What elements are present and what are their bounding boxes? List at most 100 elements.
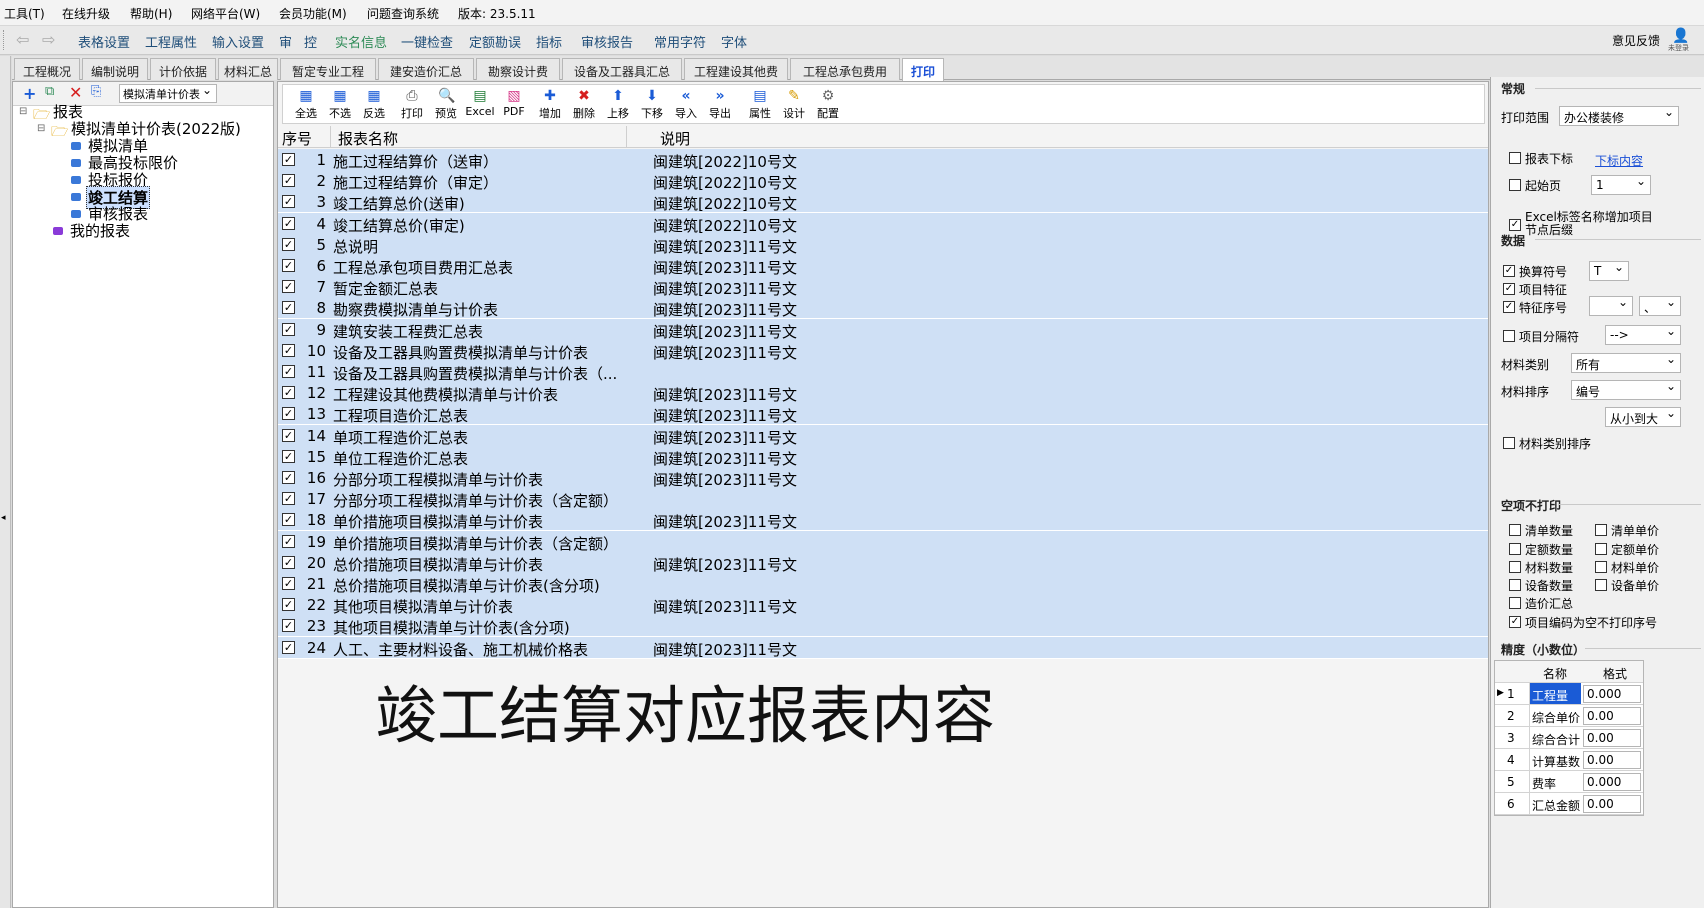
table-row[interactable]: ✓ 9 建筑安装工程费汇总表 闽建筑[2023]11号文 xyxy=(278,318,1488,341)
row-checkbox[interactable]: ✓ xyxy=(282,428,295,442)
row-checkbox[interactable]: ✓ xyxy=(282,195,295,209)
empty-checkbox[interactable] xyxy=(1595,524,1607,536)
row-checkbox[interactable]: ✓ xyxy=(282,365,295,378)
table-row[interactable]: ✓ 2 施工过程结算价（审定） 闽建筑[2022]10号文 xyxy=(278,170,1488,193)
common-chars-button[interactable]: 常用字符 xyxy=(654,32,706,51)
row-checkbox[interactable]: ✓ xyxy=(282,407,295,421)
item-sep-select[interactable]: --> xyxy=(1605,324,1681,345)
precision-row[interactable]: ▶ 1 工程量 0.000 xyxy=(1495,683,1643,705)
sort-order-select[interactable]: 从小到大 xyxy=(1605,406,1681,427)
row-checkbox[interactable]: ✓ xyxy=(282,513,295,527)
conv-symbol-select[interactable]: T xyxy=(1589,260,1629,281)
table-row[interactable]: ✓ 13 工程项目造价汇总表 闽建筑[2023]11号文 xyxy=(278,403,1488,426)
menu-query[interactable]: 问题查询系统 xyxy=(367,5,439,22)
table-row[interactable]: ✓ 24 人工、主要材料设备、施工机械价格表 闽建筑[2023]11号文 xyxy=(278,636,1488,659)
precision-row[interactable]: 3 综合合计 0.00 xyxy=(1495,727,1643,749)
select-none-button[interactable]: ▦ 不选 xyxy=(323,88,357,122)
tab-other-costs[interactable]: 工程建设其他费 xyxy=(684,58,788,80)
table-row[interactable]: ✓ 12 工程建设其他费模拟清单与计价表 闽建筑[2023]11号文 xyxy=(278,382,1488,405)
precision-format-select[interactable]: 0.000 xyxy=(1583,773,1641,791)
print-button[interactable]: ⎙ 打印 xyxy=(395,88,429,122)
excel-suffix-checkbox[interactable]: ✓ xyxy=(1509,219,1521,231)
empty-checkbox[interactable] xyxy=(1509,543,1521,555)
item-sep-checkbox[interactable] xyxy=(1503,330,1515,342)
col-header-name[interactable]: 报表名称 xyxy=(338,128,398,149)
precision-format-select[interactable]: 0.000 xyxy=(1583,685,1641,703)
report-mark-checkbox[interactable] xyxy=(1509,152,1521,164)
table-row[interactable]: ✓ 22 其他项目模拟清单与计价表 闽建筑[2023]11号文 xyxy=(278,594,1488,617)
row-checkbox[interactable]: ✓ xyxy=(282,153,295,166)
conv-symbol-checkbox[interactable]: ✓ xyxy=(1503,265,1515,277)
audit-report-button[interactable]: 审核报告 xyxy=(581,32,633,51)
row-checkbox[interactable]: ✓ xyxy=(282,280,295,294)
item-feature-checkbox[interactable]: ✓ xyxy=(1503,283,1515,295)
left-collapse-strip[interactable]: ◂ xyxy=(0,56,11,908)
move-up-button[interactable]: ⬆ 上移 xyxy=(601,88,635,122)
start-page-spinner[interactable]: 1 xyxy=(1591,174,1651,195)
empty-checkbox[interactable] xyxy=(1595,561,1607,573)
feature-no-checkbox[interactable]: ✓ xyxy=(1503,301,1515,313)
add-icon[interactable]: + xyxy=(23,84,36,103)
row-checkbox[interactable]: ✓ xyxy=(282,386,295,400)
font-button[interactable]: 字体 xyxy=(721,32,747,51)
start-page-checkbox[interactable] xyxy=(1509,179,1521,191)
row-checkbox[interactable]: ✓ xyxy=(282,492,295,506)
precision-format-select[interactable]: 0.00 xyxy=(1583,729,1641,747)
row-checkbox[interactable]: ✓ xyxy=(282,259,295,272)
row-checkbox[interactable]: ✓ xyxy=(282,449,295,463)
quota-errata-button[interactable]: 定额勘误 xyxy=(469,32,521,51)
tab-material-summary[interactable]: 材料汇总 xyxy=(218,58,278,80)
empty-checkbox[interactable] xyxy=(1509,561,1521,573)
copy-icon[interactable]: ⎘ xyxy=(91,84,101,99)
import-button[interactable]: « 导入 xyxy=(669,88,703,122)
mat-type-sort-checkbox[interactable] xyxy=(1503,437,1515,449)
empty-checkbox[interactable] xyxy=(1509,597,1521,609)
table-row[interactable]: ✓ 16 分部分项工程模拟清单与计价表 闽建筑[2023]11号文 xyxy=(278,467,1488,489)
feature-sep-select[interactable]: 、 xyxy=(1639,295,1681,316)
one-click-check-button[interactable]: 一键检查 xyxy=(401,32,453,51)
row-checkbox[interactable]: ✓ xyxy=(282,322,295,336)
table-row[interactable]: ✓ 5 总说明 闽建筑[2023]11号文 xyxy=(278,233,1488,256)
pdf-button[interactable]: ▧ PDF xyxy=(497,88,531,122)
tab-print[interactable]: 打印 xyxy=(902,58,944,81)
delete-report-button[interactable]: ✖ 删除 xyxy=(567,88,601,122)
collapse-arrow-icon[interactable]: ◂ xyxy=(1,513,6,523)
input-settings-button[interactable]: 输入设置 xyxy=(212,32,264,51)
tree-collapse-group-icon[interactable]: ⊟ xyxy=(37,123,45,134)
add-child-icon[interactable]: ⧉ xyxy=(45,84,54,99)
design-button[interactable]: ✎ 设计 xyxy=(777,88,811,122)
precision-format-select[interactable]: 0.00 xyxy=(1583,795,1641,813)
delete-icon[interactable]: ✕ xyxy=(69,83,82,102)
index-button[interactable]: 指标 xyxy=(536,32,562,51)
tab-compile-notes[interactable]: 编制说明 xyxy=(82,58,148,80)
table-row[interactable]: ✓ 4 竣工结算总价(审定) 闽建筑[2022]10号文 xyxy=(278,212,1488,235)
realname-info-button[interactable]: 实名信息 xyxy=(335,32,387,51)
table-row[interactable]: ✓ 21 总价措施项目模拟清单与计价表(含分项) xyxy=(278,573,1488,595)
row-checkbox[interactable]: ✓ xyxy=(282,640,295,654)
menu-member[interactable]: 会员功能(M) xyxy=(279,5,347,22)
row-checkbox[interactable]: ✓ xyxy=(282,598,295,612)
feature-no-select[interactable] xyxy=(1589,295,1633,316)
properties-button[interactable]: ▤ 属性 xyxy=(743,88,777,122)
row-checkbox[interactable]: ✓ xyxy=(282,237,295,251)
project-props-button[interactable]: 工程属性 xyxy=(145,32,197,51)
precision-row[interactable]: 2 综合单价 0.00 xyxy=(1495,705,1643,727)
col-header-desc[interactable]: 说明 xyxy=(660,128,690,149)
row-checkbox[interactable]: ✓ xyxy=(282,577,295,590)
invert-selection-button[interactable]: ▦ 反选 xyxy=(357,88,391,122)
row-checkbox[interactable]: ✓ xyxy=(282,555,295,569)
report-type-select[interactable]: 模拟清单计价表 xyxy=(119,84,217,103)
tab-equipment-summary[interactable]: 设备及工器具汇总 xyxy=(562,58,682,80)
row-checkbox[interactable]: ✓ xyxy=(282,619,295,633)
col-header-no[interactable]: 序号 xyxy=(282,128,312,149)
print-range-select[interactable]: 办公楼装修 xyxy=(1559,105,1679,126)
table-row[interactable]: ✓ 1 施工过程结算价（送审） 闽建筑[2022]10号文 xyxy=(278,149,1488,171)
mat-sort-select[interactable]: 编号 xyxy=(1571,379,1681,400)
tab-provisional-works[interactable]: 暂定专业工程 xyxy=(280,58,376,80)
precision-row[interactable]: 5 费率 0.000 xyxy=(1495,771,1643,793)
table-row[interactable]: ✓ 10 设备及工器具购置费模拟清单与计价表 闽建筑[2023]11号文 xyxy=(278,339,1488,362)
empty-checkbox[interactable] xyxy=(1595,543,1607,555)
row-checkbox[interactable]: ✓ xyxy=(282,343,295,357)
row-checkbox[interactable]: ✓ xyxy=(282,471,295,484)
empty-checkbox[interactable] xyxy=(1509,579,1521,591)
